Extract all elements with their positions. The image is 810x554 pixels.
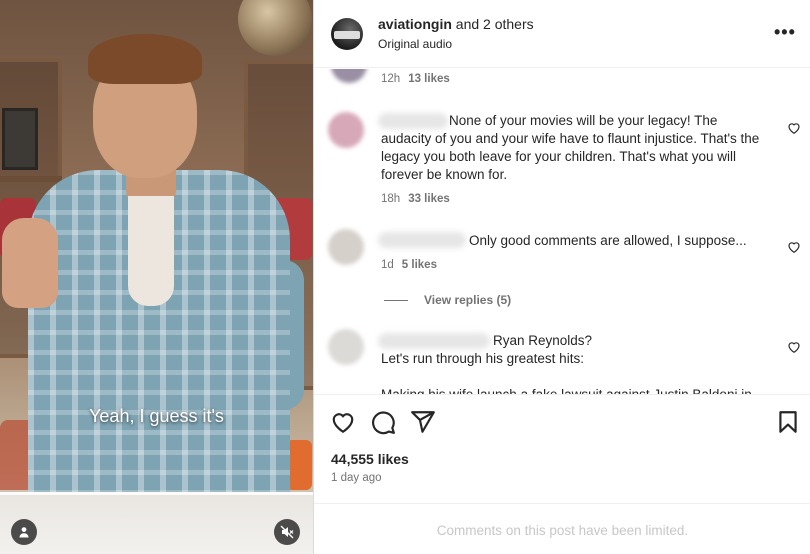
avatar[interactable] [331,69,367,83]
muted-speaker-icon[interactable] [274,519,300,545]
background-globe [238,0,312,56]
avatar-logo [334,31,360,39]
avatar[interactable] [328,112,364,148]
person-hand [2,218,58,308]
more-options-icon[interactable]: ••• [774,22,796,43]
heart-icon[interactable] [787,240,801,254]
comments-limited-notice: Comments on this post have been limited. [314,503,810,554]
collaborators-link[interactable]: and 2 others [456,16,534,32]
background-shelf-board [0,176,62,182]
comment-time: 12h [381,73,401,85]
background-counter [0,492,313,554]
username-link[interactable]: aviationgin [378,16,452,32]
post-header: aviationgin and 2 others Original audio … [314,0,810,68]
post-timestamp: 1 day ago [331,472,382,484]
bookmark-icon[interactable] [775,409,801,435]
user-icon[interactable] [11,519,37,545]
comment-time: 1d [381,259,394,271]
background-picture-frame [2,108,38,170]
comments-list[interactable]: 12h 13 likes None of your movies will be … [314,69,810,394]
comment-meta: 18h 33 likes [381,193,450,205]
blurred-username[interactable] [378,333,490,349]
likes-count[interactable]: 44,555 likes [331,451,409,467]
comment-text: Let's run through his greatest hits: [381,351,584,366]
comment-likes[interactable]: 13 likes [408,73,450,85]
audio-link[interactable]: Original audio [378,37,452,51]
heart-icon[interactable] [787,340,801,354]
post-details-pane: aviationgin and 2 others Original audio … [313,0,810,554]
comment-text: Ryan Reynolds? [493,333,593,348]
heart-icon[interactable] [787,121,801,135]
comment-likes[interactable]: 33 likes [408,193,450,205]
person-undershirt [128,196,174,306]
post-author: aviationgin and 2 others [378,16,534,32]
avatar[interactable] [331,18,363,50]
blurred-username[interactable] [378,232,466,248]
comment-text: None of your movies will be your legacy!… [381,113,760,182]
comment-time: 18h [381,193,401,205]
comment-icon[interactable] [370,409,396,435]
comment-meta: 1d 5 likes [381,259,437,271]
video-caption: Yeah, I guess it's [89,406,224,426]
share-icon[interactable] [410,409,436,435]
view-replies-button[interactable]: View replies (5) [384,293,511,307]
comment-text: Only good comments are allowed, I suppos… [469,233,747,248]
person-hair [88,34,202,84]
avatar[interactable] [328,329,364,365]
post-actions: 44,555 likes 1 day ago [314,394,810,504]
comment-likes[interactable]: 5 likes [402,259,437,271]
video-player[interactable]: Yeah, I guess it's [0,0,313,554]
comment-meta: 12h 13 likes [381,73,450,85]
comment-text: Making his wife launch a fake lawsuit ag… [381,386,752,394]
heart-icon[interactable] [330,409,356,435]
avatar[interactable] [328,229,364,265]
